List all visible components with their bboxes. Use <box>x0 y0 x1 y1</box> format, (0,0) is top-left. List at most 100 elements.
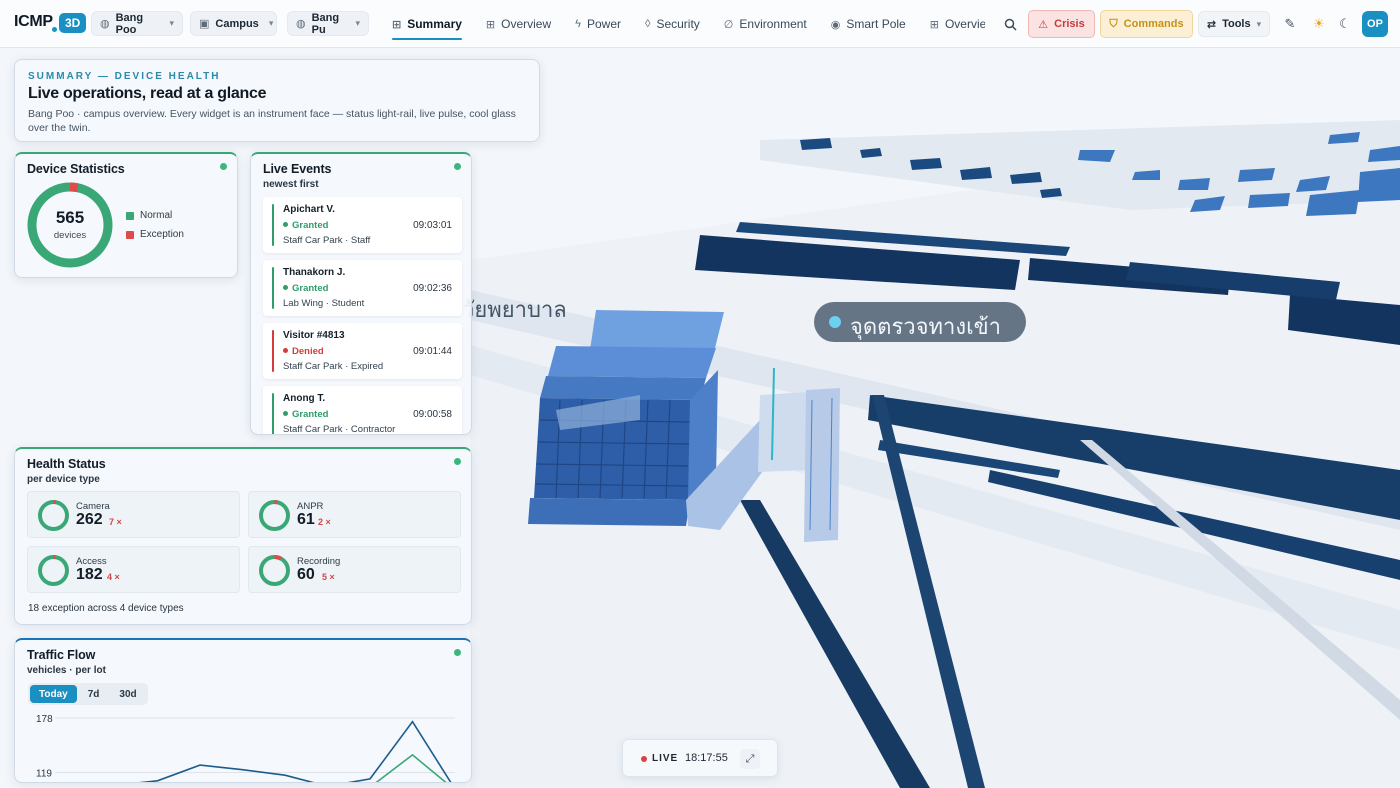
event-card[interactable]: Apichart V. Granted 09:03:01 Staff Car P… <box>263 197 462 253</box>
light-mode-button[interactable]: ☀ <box>1306 11 1332 37</box>
site-selector-label: Bang Poo <box>115 11 144 36</box>
grid-icon: ⊞ <box>485 18 496 31</box>
tab-overview[interactable]: ⊞ Overview <box>474 7 563 41</box>
health-card-access[interactable]: Access 182 4 × <box>27 546 240 593</box>
shield-icon: ◊ <box>645 18 651 30</box>
scope-selector-label: Campus <box>215 17 259 30</box>
crisis-button[interactable]: ⚠ Crisis <box>1028 10 1095 38</box>
chevron-down-icon: ▾ <box>169 18 174 28</box>
health-card-exceptions: 4 × <box>107 572 120 582</box>
scene-building-label[interactable]: วัยพยาบาล <box>462 286 612 326</box>
tab-smart-pole-label: Smart Pole <box>846 17 906 31</box>
traffic-series-line-0[interactable] <box>115 720 455 783</box>
tools-button[interactable]: ⇄ Tools ▾ <box>1198 11 1270 37</box>
commands-button[interactable]: ⛉ Commands <box>1100 10 1193 38</box>
chevron-down-icon: ▾ <box>268 18 274 28</box>
fullscreen-button[interactable]: ⤢ <box>740 749 760 769</box>
event-card[interactable]: Thanakorn J. Granted 09:02:36 Lab Wing ·… <box>263 260 462 316</box>
search-button[interactable] <box>997 11 1023 37</box>
event-time: 09:01:44 <box>413 346 452 357</box>
tab-environment[interactable]: ∅ Environment <box>712 7 819 41</box>
y-tick-label: 178 <box>36 714 53 725</box>
event-status-rail <box>272 393 274 434</box>
range-toggle: Today 7d 30d <box>28 683 148 705</box>
grid-icon: ⊞ <box>392 18 402 31</box>
recording-health-ring <box>259 555 290 586</box>
grid-icon: ⊞ <box>929 18 939 31</box>
device-statistics-title: Device Statistics <box>27 162 125 176</box>
location-selector-label: Bang Pu <box>311 11 340 36</box>
scene-checkpoint-label[interactable]: จุดตรวจทางเข้า <box>814 302 1026 342</box>
event-name: Apichart V. <box>283 204 335 215</box>
tab-smart-pole[interactable]: ◉ Smart Pole <box>819 7 918 41</box>
event-location: Staff Car Park · Expired <box>283 361 384 372</box>
traffic-flow-chart[interactable]: 178 119 <box>15 710 472 783</box>
traffic-series-line-1[interactable] <box>115 753 455 783</box>
range-30d-button[interactable]: 30d <box>110 685 145 703</box>
live-events-panel[interactable]: Live Events newest first Apichart V. Gra… <box>250 152 472 435</box>
page-title: Live operations, read at a glance <box>28 85 267 102</box>
live-events-title: Live Events <box>263 162 332 176</box>
tab-overview-h[interactable]: ⊞ Overview H <box>918 7 985 41</box>
site-selector[interactable]: ◍ Bang Poo ▾ <box>91 11 183 36</box>
main-nav: ⊞ Summary ⊞ Overview ϟ Power ◊ Security … <box>380 7 985 41</box>
live-events-subtitle: newest first <box>263 179 319 190</box>
user-avatar[interactable]: OP <box>1362 11 1388 37</box>
device-total: 565 <box>55 208 85 227</box>
location-selector[interactable]: ◍ Bang Pu ▾ <box>287 11 369 36</box>
commands-label: Commands <box>1123 18 1184 30</box>
mode-3d-badge[interactable]: 3D <box>59 13 87 33</box>
range-7d-button[interactable]: 7d <box>79 685 109 703</box>
legend-normal-label: Normal <box>140 210 173 221</box>
anpr-health-ring <box>259 500 290 531</box>
event-status-rail <box>272 204 274 246</box>
tab-environment-label: Environment <box>739 17 807 31</box>
signal-icon: ◉ <box>830 18 841 31</box>
tab-overview-h-label: Overview H <box>944 17 985 31</box>
legend-exception-swatch <box>126 230 134 239</box>
sun-icon: ☀ <box>1313 16 1325 31</box>
event-status: Granted <box>283 220 328 231</box>
event-card[interactable]: Visitor #4813 Denied 09:01:44 Staff Car … <box>263 323 462 379</box>
health-card-anpr[interactable]: ANPR 61 2 × <box>248 491 461 538</box>
live-clock: 18:17:55 <box>685 752 728 764</box>
event-status-rail <box>272 267 274 309</box>
event-status-rail <box>272 330 274 372</box>
event-name: Anong T. <box>283 393 326 404</box>
donut-center: 565 devices <box>26 208 114 241</box>
summary-description: Bang Poo · campus overview. Every widget… <box>28 108 516 134</box>
live-clock-bar: LIVE 18:17:55 ⤢ <box>622 739 778 777</box>
health-status-panel[interactable]: Health Status per device type Camera 262… <box>14 447 472 625</box>
health-status-title: Health Status <box>27 457 106 471</box>
device-statistics-panel[interactable]: Device Statistics 565 devices Normal Exc… <box>14 152 238 278</box>
scope-selector[interactable]: ▣ Campus ▾ <box>190 11 277 36</box>
traffic-flow-panel[interactable]: Traffic Flow vehicles · per lot Today 7d… <box>14 638 472 783</box>
health-card-camera[interactable]: Camera 262 7 × <box>27 491 240 538</box>
app-logo[interactable]: ICMP <box>14 13 53 31</box>
event-status: Denied <box>283 346 324 357</box>
event-location: Staff Car Park · Staff <box>283 235 371 246</box>
building-icon: ▣ <box>199 18 210 30</box>
event-location: Staff Car Park · Contractor <box>283 424 396 435</box>
access-health-ring <box>38 555 69 586</box>
edit-button[interactable]: ✎ <box>1277 11 1303 37</box>
tab-power[interactable]: ϟ Power <box>563 7 633 41</box>
scene-checkpoint-label-text: จุดตรวจทางเข้า <box>850 315 1002 340</box>
health-card-recording[interactable]: Recording 60 5 × <box>248 546 461 593</box>
event-card[interactable]: Anong T. Granted 09:00:58 Staff Car Park… <box>263 386 462 435</box>
event-time: 09:03:01 <box>413 220 452 231</box>
live-pulse-icon <box>454 458 461 465</box>
crisis-label: Crisis <box>1054 18 1085 30</box>
dark-mode-button[interactable]: ☾ <box>1332 11 1358 37</box>
health-card-exceptions: 2 × <box>318 517 331 527</box>
tab-summary[interactable]: ⊞ Summary <box>380 7 474 41</box>
live-indicator-icon <box>641 756 647 762</box>
expand-icon: ⤢ <box>745 752 755 765</box>
health-status-footer: 18 exception across 4 device types <box>28 603 184 614</box>
camera-health-ring <box>38 500 69 531</box>
range-today-button[interactable]: Today <box>30 685 77 703</box>
scene-building-label-text: วัยพยาบาล <box>462 298 567 323</box>
event-status: Granted <box>283 283 328 294</box>
tab-security[interactable]: ◊ Security <box>633 7 712 41</box>
bolt-icon: ϟ <box>575 18 581 30</box>
